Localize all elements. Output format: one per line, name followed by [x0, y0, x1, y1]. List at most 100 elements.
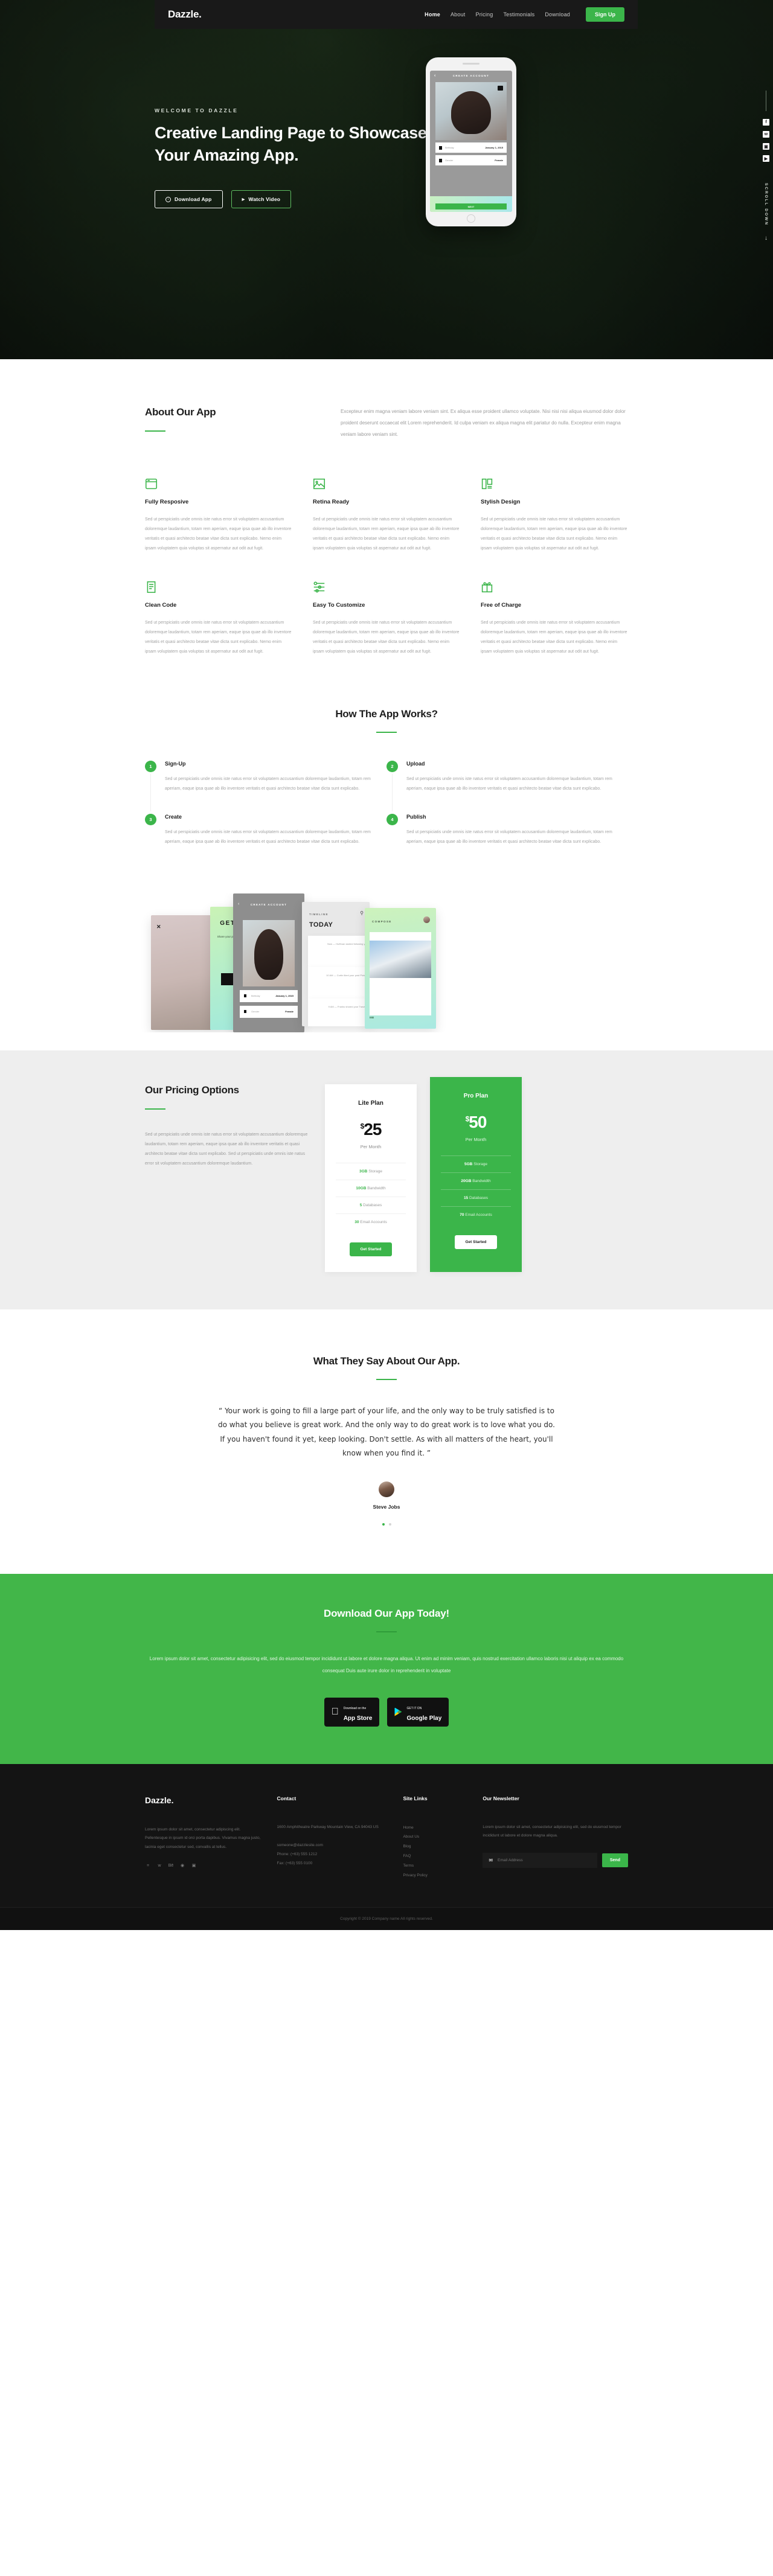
step-title: Sign-Up [165, 761, 186, 767]
get-started-button[interactable]: Get Started [350, 1242, 392, 1256]
instagram-icon[interactable]: ▣ [763, 143, 769, 150]
image-icon [313, 478, 326, 490]
app-store-button[interactable]:  Download on the App Store [324, 1697, 380, 1727]
compose-size-label: MB [370, 1015, 374, 1019]
document-lines-icon [145, 581, 158, 593]
phone-field-gender[interactable]: Gender Female [435, 155, 507, 165]
camera-icon[interactable] [498, 86, 503, 91]
feature-card-free-of-charge: Free of Charge Sed ut perspiciatis unde … [481, 581, 628, 656]
plan-feature: 5GB Storage [441, 1155, 511, 1172]
phone-home-button[interactable] [467, 214, 475, 223]
footer-phone: Phone: (+63) 555 1212 [277, 1852, 318, 1857]
email-input[interactable] [498, 1858, 591, 1863]
screenshot-4-timeline[interactable]: TIMELINE ⚲ TODAY Now — Huffman started f… [302, 901, 370, 1026]
feature-card-easy-to-customize: Easy To Customize Sed ut perspiciatis un… [313, 581, 460, 656]
sliders-icon [313, 581, 326, 593]
watch-video-label: Watch Video [248, 196, 281, 203]
screenshot-title: CREATE ACCOUNT [250, 903, 287, 906]
instagram-icon[interactable]: ▣ [191, 1862, 197, 1868]
timeline-card[interactable]: 10 AM — Curtin liked your post Pictures [308, 967, 370, 999]
gender-value: Female [495, 159, 503, 162]
footer-link-faq[interactable]: FAQ [403, 1852, 467, 1861]
behance-icon[interactable]: Bē [168, 1862, 174, 1868]
nav-item-home[interactable]: Home [425, 11, 440, 18]
feature-title: Fully Resposive [145, 499, 189, 506]
nav-item-pricing[interactable]: Pricing [476, 11, 493, 18]
feature-card-fully-responsive: Fully Resposive Sed ut perspiciatis unde… [145, 478, 292, 553]
watch-video-button[interactable]: ▶ Watch Video [231, 190, 292, 209]
arrow-down-icon[interactable]: ↓ [765, 235, 768, 241]
screenshot-title: COMPOSE [372, 919, 392, 923]
footer-link-terms[interactable]: Terms [403, 1861, 467, 1871]
footer-link-home[interactable]: Home [403, 1823, 467, 1833]
compose-image [370, 940, 431, 978]
screenshot-5-compose[interactable]: COMPOSE MB [365, 907, 436, 1029]
step-connector [150, 774, 151, 812]
feature-text: Sed ut perspiciatis unde omnis iste natu… [481, 517, 627, 551]
feature-text: Sed ut perspiciatis unde omnis iste natu… [313, 621, 460, 654]
screenshot-3-create-account[interactable]: ‹ CREATE ACCOUNT Birthday January 1, 201… [233, 893, 304, 1032]
step-title: Publish [406, 814, 426, 820]
google-play-button[interactable]: GET IT ON Google Play [387, 1697, 449, 1727]
footer-contact-title: Contact [277, 1795, 297, 1801]
nav-item-download[interactable]: Download [545, 11, 570, 18]
gender-icon [244, 1010, 246, 1014]
palette-icon [481, 478, 493, 490]
nav-item-about[interactable]: About [451, 11, 466, 18]
pricing-title: Our Pricing Options [145, 1084, 239, 1096]
step-item: 4 Publish Sed ut perspiciatis unde omnis… [386, 814, 628, 867]
footer-link-about-us[interactable]: About Us [403, 1832, 467, 1842]
footer-brand[interactable]: Dazzle. [145, 1795, 261, 1805]
field-birthday[interactable]: Birthday January 1, 2015 [240, 989, 298, 1002]
email-input-wrap[interactable]: ✉ [483, 1853, 597, 1868]
social-rail: f w ▣ ▶ SCROLL DOWN ↓ [763, 91, 769, 241]
field-value: Female [285, 1010, 293, 1014]
top-navbar: Dazzle. Home About Pricing Testimonials … [155, 0, 638, 29]
phone-field-birthday[interactable]: Birthday January 1, 2015 [435, 142, 507, 153]
carousel-dot-2[interactable] [388, 1523, 391, 1526]
search-icon[interactable]: ⚲ [360, 910, 364, 916]
facebook-icon[interactable]: f [763, 119, 769, 126]
feature-card-stylish-design: Stylish Design Sed ut perspiciatis unde … [481, 478, 628, 553]
nav-item-testimonials[interactable]: Testimonials [503, 11, 534, 18]
google-play-small: GET IT ON [403, 1706, 422, 1710]
dribbble-icon[interactable]: ◉ [179, 1862, 185, 1868]
timeline-card[interactable]: 9 AM — Franks shared your Travels [308, 998, 370, 1026]
download-app-button[interactable]: ↓ Download App [155, 190, 223, 209]
plan-feature: 5 Databases [336, 1196, 406, 1213]
footer-links-column: Site Links Home About Us Blog FAQ Terms … [403, 1795, 467, 1881]
facebook-icon[interactable]: = [145, 1862, 151, 1868]
step-text: Sed ut perspiciatis unde omnis iste natu… [406, 777, 612, 791]
twitter-icon[interactable]: w [156, 1862, 162, 1868]
send-button[interactable]: Send [601, 1853, 628, 1868]
cake-icon [439, 145, 442, 150]
step-number: 3 [145, 814, 156, 826]
youtube-icon[interactable]: ▶ [763, 155, 769, 162]
signup-button[interactable]: Sign Up [586, 7, 624, 22]
brand-logo[interactable]: Dazzle. [168, 8, 202, 21]
back-chevron-icon[interactable]: ‹ [434, 74, 437, 78]
footer-link-blog[interactable]: Blog [403, 1842, 467, 1852]
close-icon[interactable]: ✕ [156, 924, 161, 930]
timeline-card[interactable]: Now — Huffman started following you [308, 935, 370, 967]
plan-feature-list: 5GB Storage 20GB Bandwidth 15 Databases … [441, 1155, 511, 1223]
footer-newsletter-text: Lorem ipsum dolor sit amet, consectetur … [483, 1824, 621, 1838]
footer-contact-column: Contact 1600 Amphitheatre Parkway Mounta… [277, 1795, 388, 1881]
browser-window-icon [145, 478, 158, 490]
feature-title: Retina Ready [313, 499, 350, 506]
get-started-button[interactable]: Get Started [455, 1235, 497, 1249]
plan-feature-list: 3GB Storage 10GB Bandwidth 5 Databases 3… [336, 1162, 406, 1230]
twitter-icon[interactable]: w [763, 131, 769, 138]
footer-email[interactable]: someone@dazzlesite.com [277, 1841, 388, 1850]
field-label: Gender [251, 1010, 260, 1014]
hero-heading: Creative Landing Page to Showcase Your A… [155, 124, 427, 164]
carousel-dot-1[interactable] [382, 1523, 385, 1526]
phone-next-button[interactable]: NEXT [435, 203, 507, 209]
screenshot-1[interactable]: ✕ [151, 915, 211, 1030]
newsletter-form: ✉ Send [483, 1853, 628, 1868]
cta-text: Lorem ipsum dolor sit amet, consectetur … [149, 1655, 624, 1673]
field-gender[interactable]: Gender Female [240, 1005, 298, 1018]
footer-link-privacy-policy[interactable]: Privacy Policy [403, 1871, 467, 1881]
field-label: Birthday [251, 994, 260, 998]
about-section: About Our App Excepteur enim magna venia… [0, 359, 773, 440]
